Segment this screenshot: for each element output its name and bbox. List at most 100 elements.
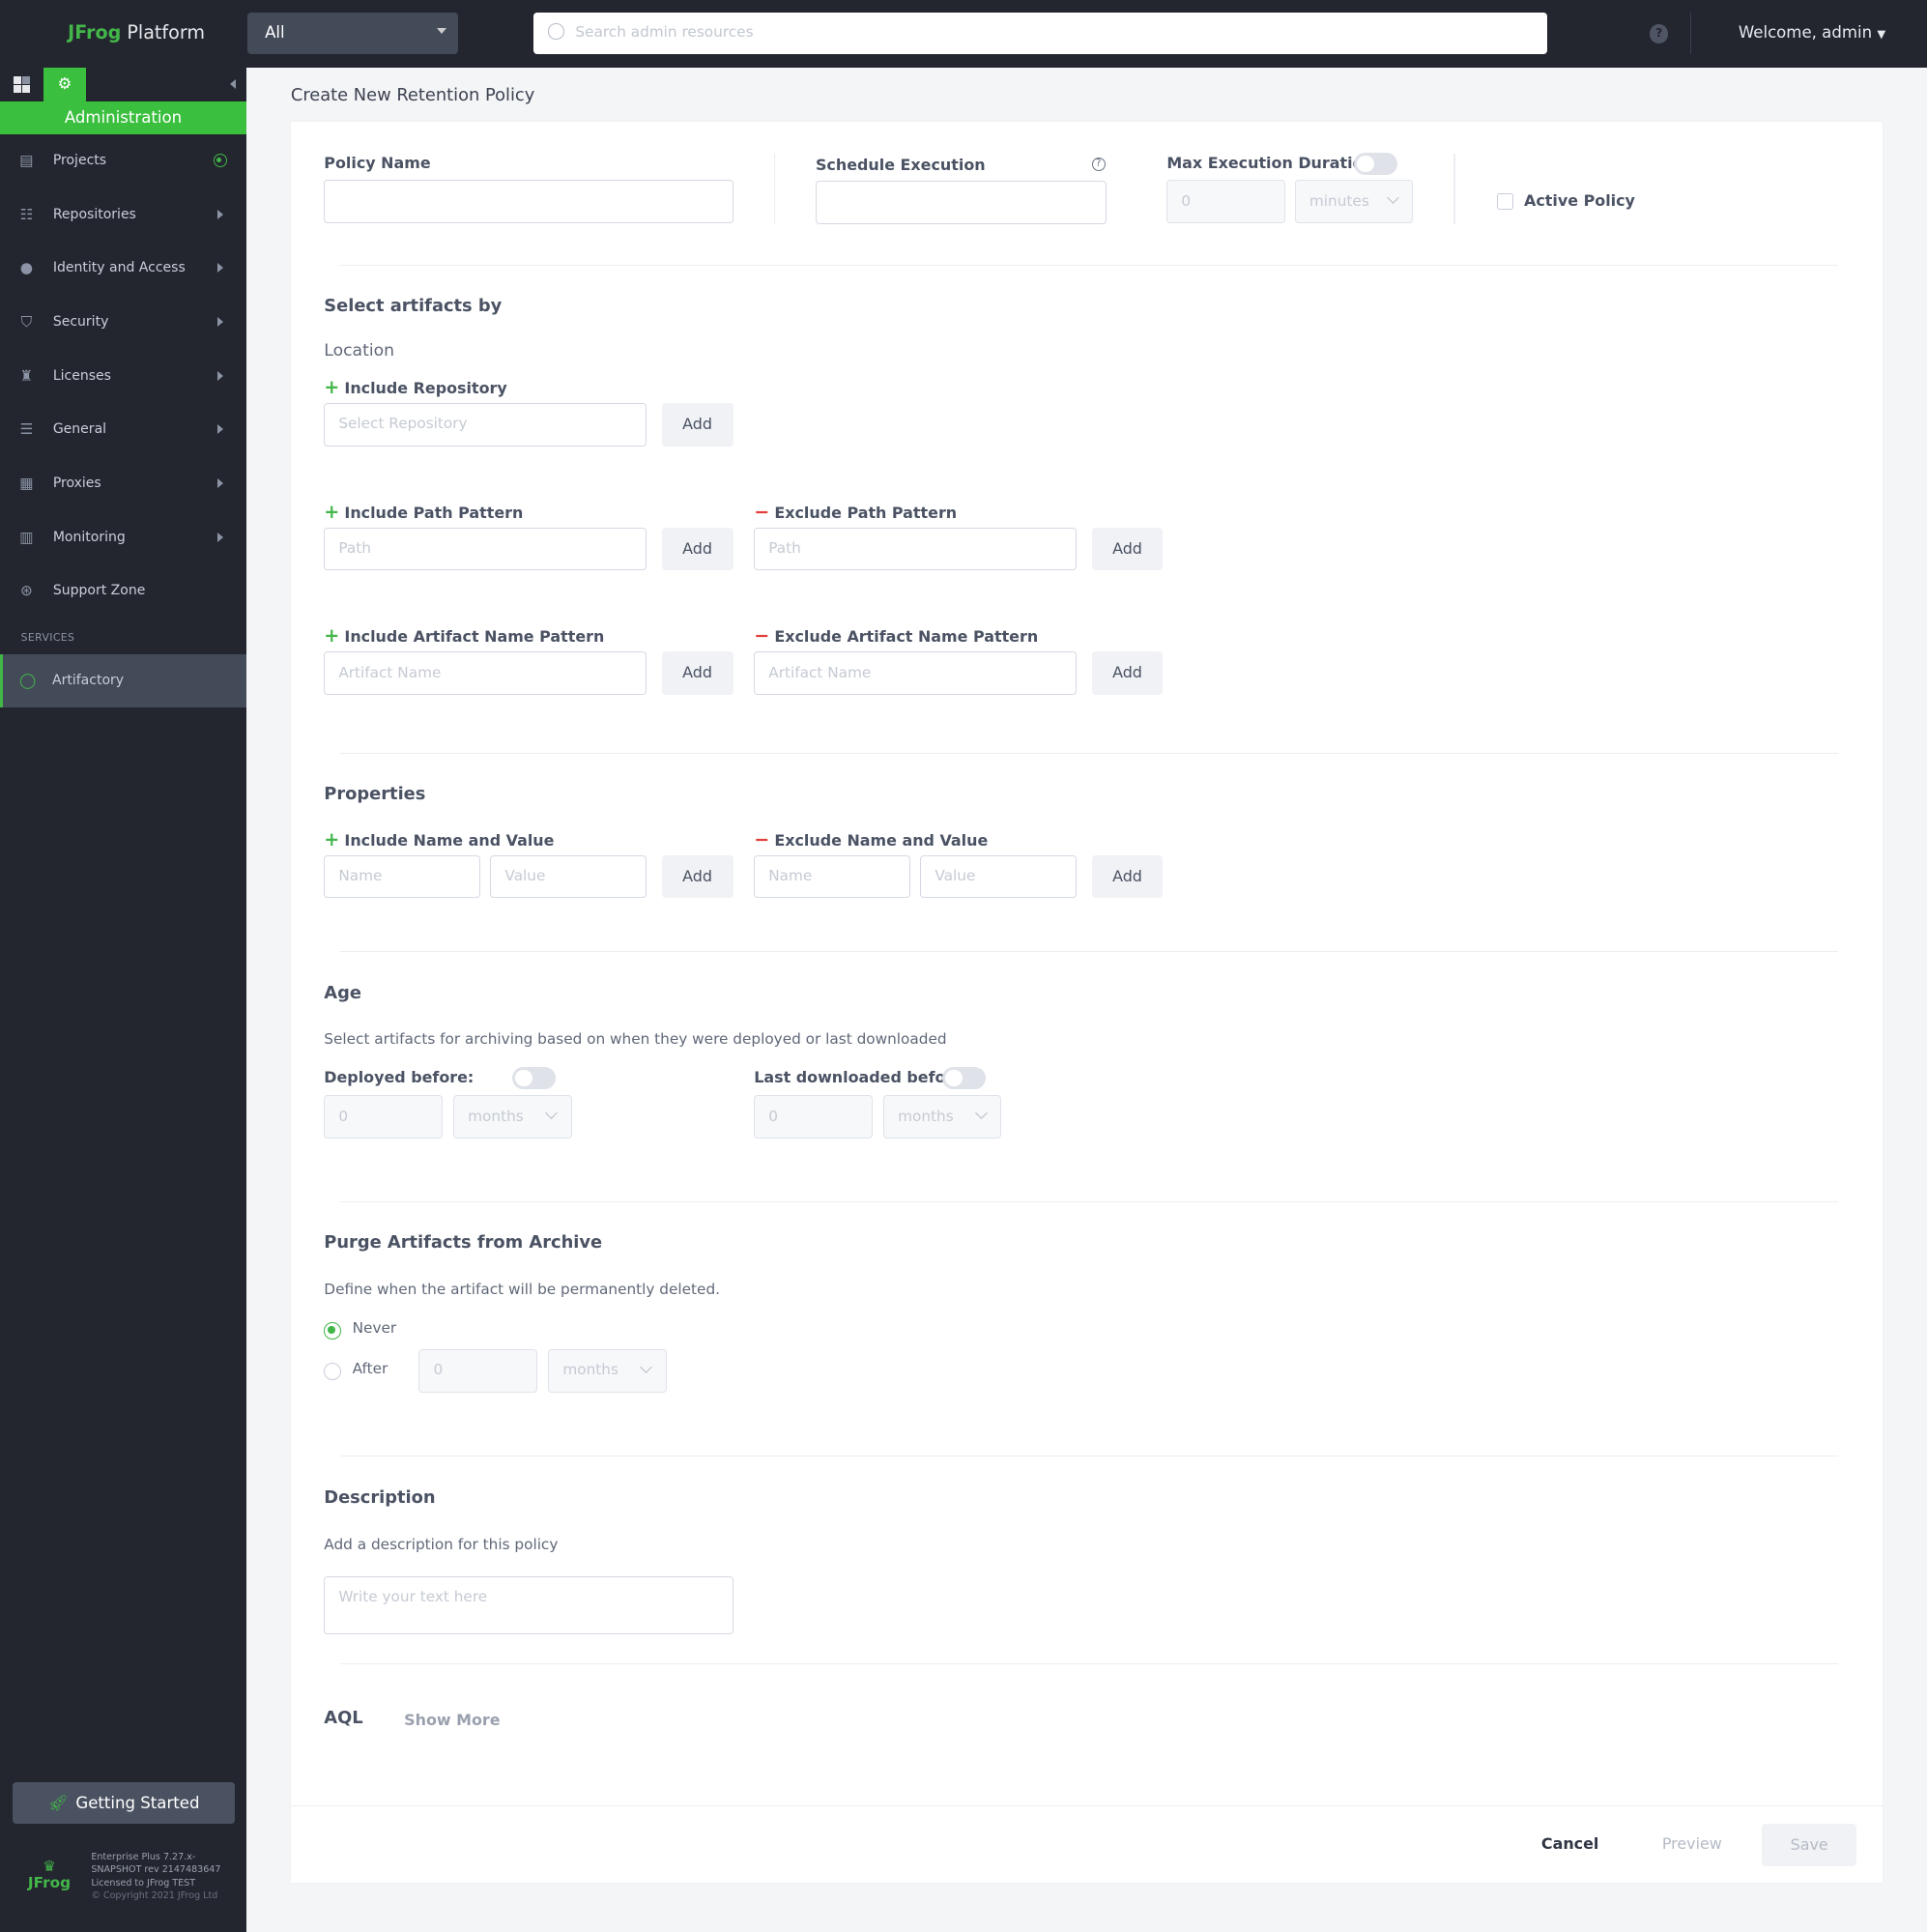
admin-gear-tab[interactable]: ⚙ — [43, 68, 87, 101]
label-text: Exclude Artifact Name Pattern — [774, 627, 1039, 647]
sidebar-item-monitoring[interactable]: ▥ Monitoring — [0, 511, 246, 564]
last-downloaded-label: Last downloaded before: — [754, 1068, 970, 1087]
status-dot-icon — [213, 154, 227, 168]
user-icon: ● — [19, 259, 34, 277]
badge-icon: ♜ — [19, 367, 34, 386]
app-root: JFrog Platform All Search admin resource… — [0, 0, 1927, 1932]
scope-select[interactable]: All — [247, 12, 459, 55]
include-property-name-input[interactable]: Name — [324, 854, 481, 899]
max-duration-toggle[interactable] — [1354, 153, 1397, 176]
sidebar-item-security[interactable]: ⛉ Security — [0, 296, 246, 349]
include-path-input[interactable]: Path — [324, 527, 647, 571]
services-label: SERVICES — [20, 630, 75, 644]
sidebar-item-identity[interactable]: ● Identity and Access — [0, 242, 246, 295]
show-more-link[interactable]: Show More — [404, 1711, 500, 1729]
deployed-before-toggle[interactable] — [512, 1067, 556, 1089]
unit-value: minutes — [1309, 191, 1369, 210]
sidebar-item-projects[interactable]: ▤ Projects — [0, 134, 246, 187]
add-exclude-property-button[interactable]: Add — [1091, 854, 1164, 899]
chevron-down-icon — [545, 1107, 559, 1119]
plus-icon: + — [324, 624, 340, 648]
sidebar-item-label: General — [52, 421, 107, 438]
max-duration-label: Max Execution Duration — [1166, 154, 1374, 173]
deployed-before-unit-select[interactable]: months — [453, 1095, 572, 1139]
include-property-value-input[interactable]: Value — [490, 854, 647, 899]
exclude-property-value-input[interactable]: Value — [920, 854, 1078, 899]
jfrog-platform-logo[interactable]: JFrog Platform — [68, 21, 205, 43]
revision-line: SNAPSHOT rev 2147483647 — [91, 1864, 221, 1876]
chevron-down-icon — [1387, 191, 1399, 204]
artifactory-icon: ◯ — [18, 672, 37, 690]
gears-icon: ⚙ — [57, 74, 72, 94]
purge-after-radio[interactable] — [324, 1363, 342, 1380]
help-circle-icon[interactable]: ? — [1091, 158, 1106, 172]
sidebar-item-label: Security — [52, 314, 109, 331]
add-exclude-path-button[interactable]: Add — [1091, 527, 1164, 571]
logo-text: JFrog — [27, 1874, 72, 1892]
divider — [1690, 12, 1692, 55]
schedule-label: Schedule Execution — [815, 155, 986, 174]
divider — [339, 1201, 1839, 1203]
sidebar-item-label: Projects — [52, 153, 107, 169]
version-line: Enterprise Plus 7.27.x- — [91, 1851, 196, 1862]
label-text: Include Name and Value — [344, 830, 555, 850]
help-icon[interactable]: ? — [1650, 24, 1669, 43]
exclude-path-input[interactable]: Path — [754, 527, 1078, 571]
last-downloaded-toggle[interactable] — [942, 1067, 986, 1089]
sidebar-item-proxies[interactable]: ▦ Proxies — [0, 457, 246, 510]
max-duration-input[interactable]: 0 — [1166, 180, 1285, 223]
policy-name-input[interactable] — [324, 180, 733, 223]
purge-after-unit-select[interactable]: months — [548, 1349, 667, 1393]
select-artifacts-heading: Select artifacts by — [324, 295, 503, 316]
add-repository-button[interactable]: Add — [661, 402, 733, 447]
brand-prefix: JFrog — [68, 20, 122, 43]
label-text: Exclude Name and Value — [774, 830, 989, 850]
purge-never-label: Never — [352, 1319, 397, 1338]
search-input[interactable]: Search admin resources — [533, 12, 1548, 55]
aql-heading: AQL — [324, 1708, 363, 1728]
location-heading: Location — [324, 341, 395, 361]
repositories-icon: ☷ — [19, 206, 34, 224]
sidebar-item-licenses[interactable]: ♜ Licenses — [0, 350, 246, 403]
last-downloaded-unit-select[interactable]: months — [883, 1095, 1002, 1139]
minus-icon: − — [754, 624, 770, 648]
include-path-label: + Include Path Pattern — [324, 501, 523, 523]
age-heading: Age — [324, 983, 361, 1004]
active-policy-checkbox[interactable] — [1497, 193, 1513, 210]
collapse-sidebar-icon[interactable] — [230, 78, 237, 89]
administration-header: Administration — [0, 101, 246, 134]
include-name-input[interactable]: Artifact Name — [324, 651, 647, 696]
save-button[interactable]: Save — [1762, 1823, 1857, 1867]
chevron-right-icon — [216, 316, 223, 327]
getting-started-button[interactable]: 🚀︎ Getting Started — [12, 1781, 236, 1824]
chevron-right-icon — [216, 532, 223, 542]
last-downloaded-input[interactable]: 0 — [754, 1095, 873, 1139]
include-property-label: + Include Name and Value — [324, 828, 554, 851]
description-textarea[interactable]: Write your text here — [324, 1575, 733, 1634]
deployed-before-input[interactable]: 0 — [324, 1095, 443, 1139]
include-name-label: + Include Artifact Name Pattern — [324, 624, 604, 647]
add-include-path-button[interactable]: Add — [661, 527, 733, 571]
apps-grid-icon[interactable] — [14, 76, 30, 93]
frog-splash-icon: ♛ — [43, 1857, 56, 1875]
sidebar-item-support-zone[interactable]: ⊛ Support Zone — [0, 564, 246, 618]
sidebar-item-general[interactable]: ☰ General — [0, 403, 246, 456]
divider — [339, 1663, 1839, 1665]
preview-button[interactable]: Preview — [1662, 1834, 1722, 1853]
label-text: Include Artifact Name Pattern — [344, 627, 605, 647]
add-include-property-button[interactable]: Add — [661, 854, 733, 899]
add-exclude-name-button[interactable]: Add — [1091, 651, 1164, 696]
sidebar-item-repositories[interactable]: ☷ Repositories — [0, 188, 246, 242]
exclude-name-input[interactable]: Artifact Name — [754, 651, 1078, 696]
sidebar-item-label: Identity and Access — [52, 260, 186, 276]
repository-select[interactable]: Select Repository — [324, 402, 647, 447]
user-menu[interactable]: Welcome, admin ▼ — [1739, 23, 1885, 42]
sidebar-item-artifactory[interactable]: ◯ Artifactory — [0, 653, 246, 707]
purge-never-radio[interactable] — [324, 1321, 342, 1340]
exclude-property-name-input[interactable]: Name — [754, 854, 911, 899]
max-duration-unit-select[interactable]: minutes — [1294, 180, 1414, 223]
cancel-button[interactable]: Cancel — [1541, 1834, 1598, 1853]
add-include-name-button[interactable]: Add — [661, 651, 733, 696]
schedule-input[interactable] — [815, 181, 1107, 225]
purge-after-input[interactable]: 0 — [418, 1349, 537, 1393]
